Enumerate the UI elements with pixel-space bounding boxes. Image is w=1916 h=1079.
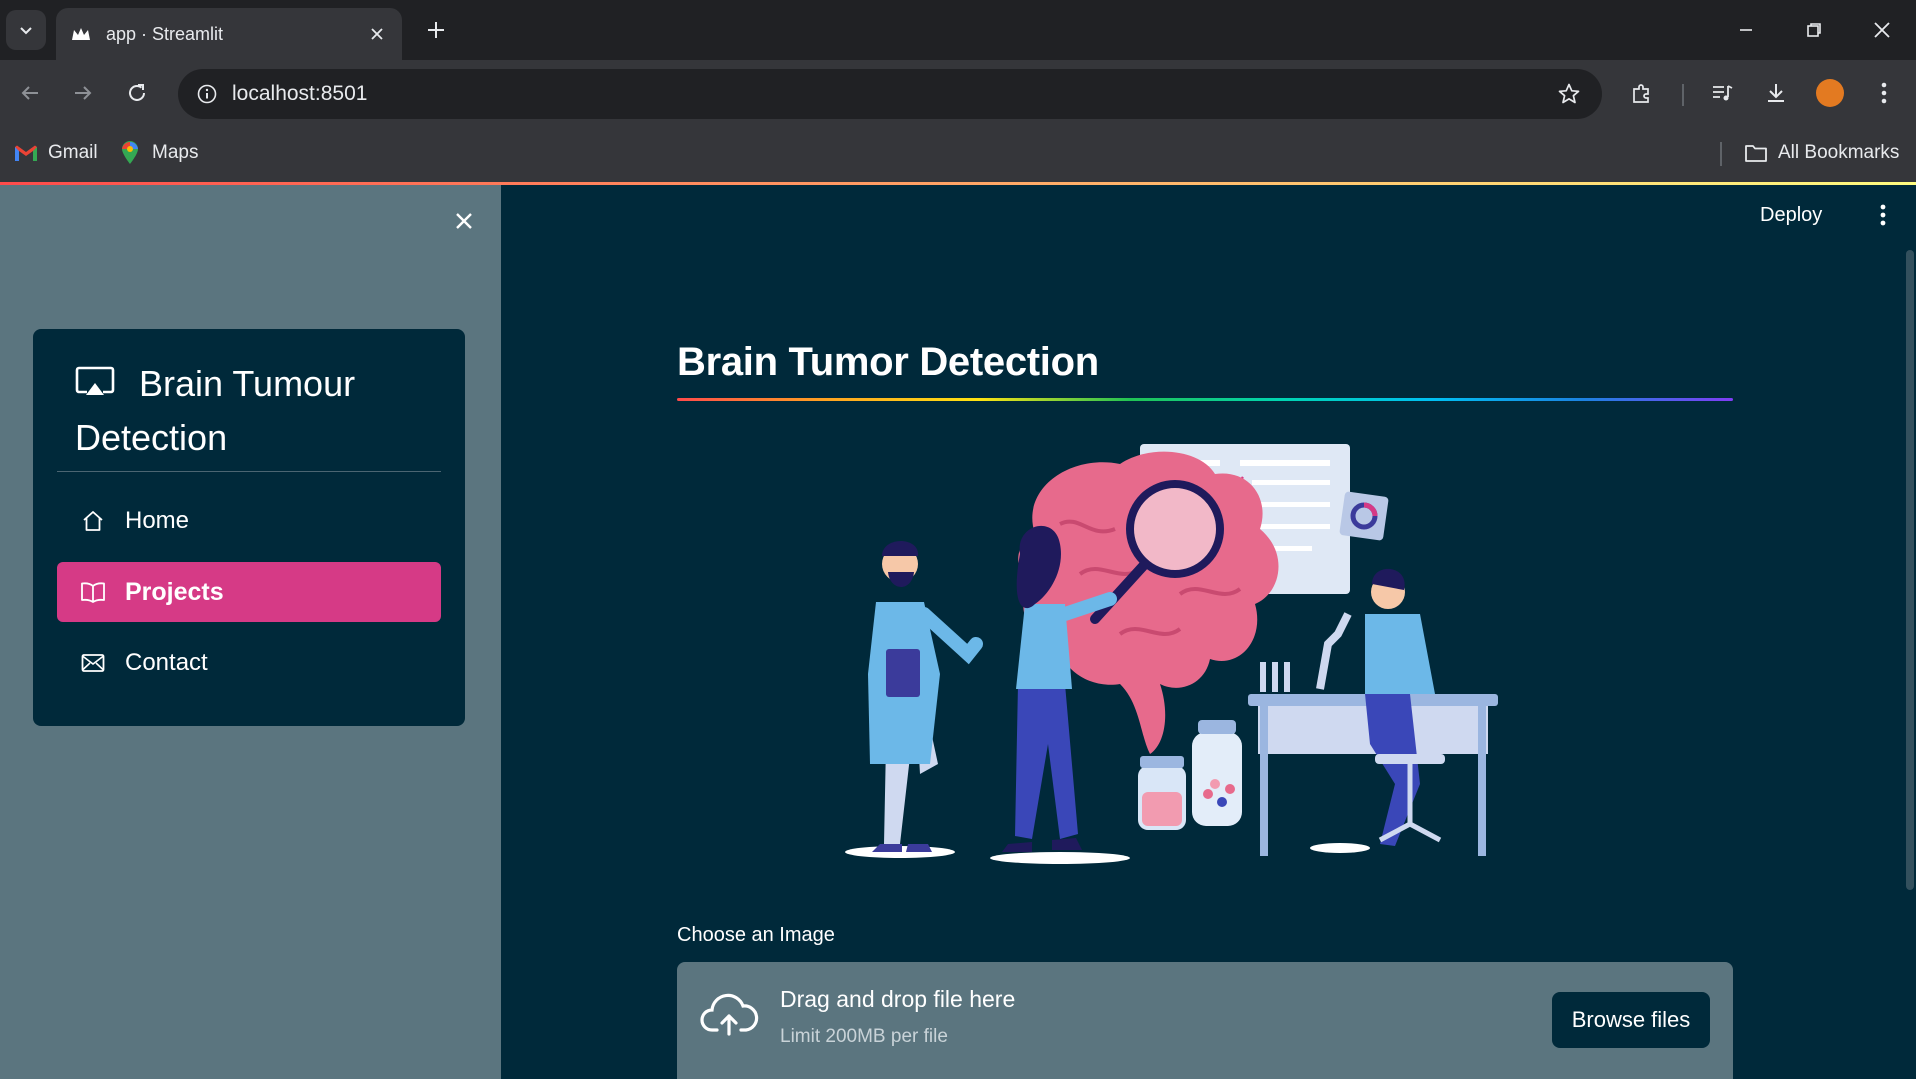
browser-tab[interactable]: app · Streamlit (56, 8, 402, 60)
page-title: Brain Tumor Detection (677, 340, 1099, 384)
bookmark-label: Maps (152, 142, 199, 163)
new-tab-button[interactable] (420, 14, 452, 46)
gmail-icon (14, 141, 38, 165)
menu-item-contact[interactable]: Contact (57, 633, 441, 693)
bookmark-gmail[interactable]: Gmail (14, 138, 98, 168)
media-control-button[interactable] (1702, 73, 1742, 113)
house-icon (79, 507, 107, 535)
bookmark-label: Gmail (48, 142, 98, 163)
back-button[interactable] (10, 73, 50, 113)
brain-research-illustration (845, 444, 1498, 864)
sidebar-close-button[interactable] (448, 205, 480, 237)
reload-button[interactable] (117, 73, 157, 113)
bookmark-star-icon[interactable] (1554, 79, 1584, 109)
bookmarks-bar: Gmail Maps All Bookmarks (0, 126, 1916, 182)
minimize-button[interactable] (1716, 8, 1776, 52)
browser-tab-strip: app · Streamlit (0, 0, 1916, 60)
reload-icon (129, 84, 145, 101)
site-info-icon[interactable] (192, 79, 222, 109)
playlist-icon (1713, 85, 1733, 101)
all-bookmarks-label: All Bookmarks (1778, 142, 1900, 163)
browser-toolbar: localhost:8501 (0, 60, 1916, 126)
maps-icon (118, 141, 142, 165)
menu-title-text: Brain Tumour Detection (75, 363, 356, 458)
plus-icon (428, 22, 444, 38)
minimize-icon (1740, 29, 1752, 31)
arrow-left-icon (21, 86, 38, 100)
file-size-limit: Limit 200MB per file (780, 1026, 948, 1047)
close-window-button[interactable] (1852, 8, 1912, 52)
book-icon (79, 578, 107, 606)
close-icon (456, 213, 472, 229)
more-vertical-icon (1881, 82, 1887, 104)
avatar (1816, 79, 1844, 107)
all-bookmarks-button[interactable]: All Bookmarks (1744, 138, 1899, 168)
url-text[interactable]: localhost:8501 (232, 82, 367, 106)
menu-item-label: Home (125, 507, 190, 534)
arrow-right-icon (75, 86, 92, 100)
bookmarks-separator (1720, 142, 1722, 166)
menu-divider (57, 471, 441, 472)
uploader-label: Choose an Image (677, 924, 835, 946)
cloud-upload-icon (700, 993, 759, 1036)
puzzle-icon (1633, 84, 1649, 103)
close-icon (1874, 22, 1890, 38)
tab-close-icon[interactable] (366, 23, 388, 45)
option-menu: Brain Tumour Detection Home Projects Con… (33, 329, 465, 726)
deploy-button[interactable]: Deploy (1760, 204, 1822, 227)
more-vertical-icon (1880, 204, 1886, 226)
title-rainbow-divider (677, 398, 1733, 401)
profile-button[interactable] (1810, 73, 1850, 113)
sidebar: Brain Tumour Detection Home Projects Con… (0, 185, 501, 1079)
browser-menu-button[interactable] (1864, 73, 1904, 113)
envelope-icon (79, 649, 107, 677)
menu-item-projects[interactable]: Projects (57, 562, 441, 622)
dropzone-instructions: Drag and drop file here (780, 986, 1016, 1012)
menu-title: Brain Tumour Detection (75, 357, 435, 465)
main-menu-button[interactable] (1868, 200, 1898, 230)
scrollbar[interactable] (1906, 250, 1914, 890)
restore-icon (1807, 23, 1821, 37)
streamlit-crown-icon (70, 23, 92, 45)
address-bar[interactable]: localhost:8501 (178, 69, 1602, 119)
bookmark-maps[interactable]: Maps (118, 138, 198, 168)
extensions-button[interactable] (1622, 73, 1662, 113)
file-dropzone[interactable]: Drag and drop file here Limit 200MB per … (677, 962, 1733, 1079)
restore-button[interactable] (1784, 8, 1844, 52)
tab-search-button[interactable] (6, 10, 46, 50)
menu-item-label: Contact (125, 649, 208, 676)
menu-item-home[interactable]: Home (57, 491, 441, 551)
tab-title: app · Streamlit (106, 23, 224, 44)
browse-files-button[interactable]: Browse files (1552, 992, 1710, 1048)
folder-icon (1744, 141, 1768, 165)
cast-icon (75, 366, 115, 395)
toolbar-separator (1682, 84, 1684, 106)
streamlit-app: Brain Tumour Detection Home Projects Con… (0, 182, 1916, 1079)
download-icon (1768, 84, 1784, 102)
chevron-down-icon (20, 27, 32, 35)
downloads-button[interactable] (1756, 73, 1796, 113)
forward-button[interactable] (63, 73, 103, 113)
menu-item-label: Projects (125, 577, 224, 606)
